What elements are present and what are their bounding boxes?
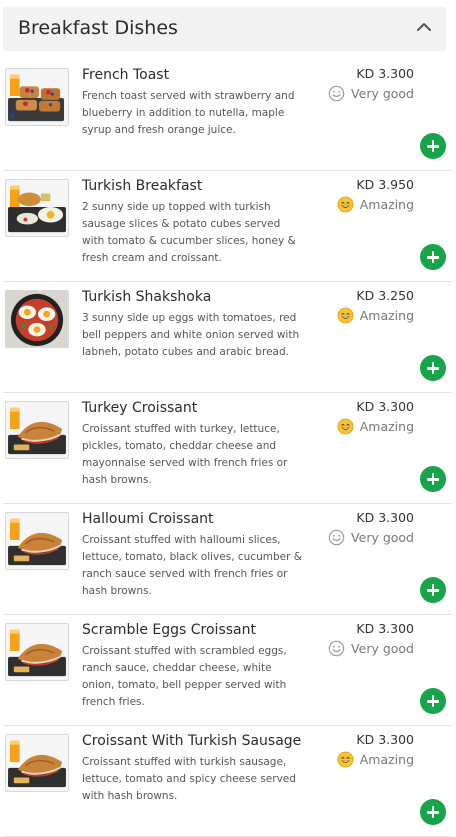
- dish-image[interactable]: [5, 623, 69, 681]
- grin-emoji-icon: [337, 307, 354, 323]
- dish-name[interactable]: Scramble Eggs Croissant: [82, 622, 256, 638]
- dish-name[interactable]: French Toast: [82, 67, 169, 83]
- dish-description: 3 sunny side up eggs with tomatoes, red …: [82, 312, 300, 358]
- add-to-cart-button[interactable]: [420, 244, 446, 270]
- dish-description: Croissant stuffed with halloumi slices, …: [82, 534, 302, 597]
- dish-name[interactable]: Turkish Breakfast: [82, 178, 202, 194]
- dish-item[interactable]: Halloumi Croissant Croissant stuffed with…: [3, 504, 452, 615]
- dish-item[interactable]: Turkish Breakfast 2 sunny side up topped …: [3, 171, 452, 282]
- dish-rating: Very good: [328, 528, 414, 546]
- dish-rating: Very good: [328, 84, 414, 102]
- dish-image[interactable]: [5, 179, 69, 237]
- rating-label: Amazing: [359, 751, 414, 767]
- add-to-cart-button[interactable]: [420, 466, 446, 492]
- rating-label: Very good: [351, 640, 414, 656]
- dish-item[interactable]: French Toast French toast served with str…: [3, 60, 452, 171]
- dish-price: KD 3.300: [356, 510, 414, 525]
- dish-description: 2 sunny side up topped with turkish saus…: [82, 201, 296, 264]
- grin-emoji-icon: [337, 418, 354, 434]
- dish-price: KD 3.300: [356, 66, 414, 81]
- add-to-cart-button[interactable]: [420, 133, 446, 159]
- add-to-cart-button[interactable]: [420, 577, 446, 603]
- smile-outline-icon: [328, 85, 345, 101]
- add-to-cart-button[interactable]: [420, 355, 446, 381]
- chevron-up-icon[interactable]: [416, 19, 432, 35]
- dish-price: KD 3.250: [356, 288, 414, 303]
- add-to-cart-button[interactable]: [420, 799, 446, 825]
- smile-outline-icon: [328, 529, 345, 545]
- rating-label: Amazing: [359, 307, 414, 323]
- rating-label: Very good: [351, 529, 414, 545]
- rating-label: Amazing: [359, 196, 414, 212]
- dish-item[interactable]: Turkish Shakshoka 3 sunny side up eggs wi…: [3, 282, 452, 393]
- dish-price: KD 3.300: [356, 732, 414, 747]
- dish-price: KD 3.300: [356, 621, 414, 636]
- dish-image[interactable]: [5, 68, 69, 126]
- dish-name[interactable]: Turkish Shakshoka: [82, 289, 211, 305]
- dish-price: KD 3.950: [356, 177, 414, 192]
- dish-rating: Very good: [328, 639, 414, 657]
- dish-rating: Amazing: [337, 417, 414, 435]
- add-to-cart-button[interactable]: [420, 688, 446, 714]
- dish-image[interactable]: [5, 734, 69, 792]
- rating-label: Amazing: [359, 418, 414, 434]
- dish-name[interactable]: Turkey Croissant: [82, 400, 197, 416]
- dish-item[interactable]: Croissant With Turkish Sausage Croissant …: [3, 726, 452, 837]
- grin-emoji-icon: [337, 751, 354, 767]
- section-header[interactable]: Breakfast Dishes: [3, 7, 446, 51]
- dish-image[interactable]: [5, 290, 69, 348]
- dish-image[interactable]: [5, 401, 69, 459]
- dish-name[interactable]: Halloumi Croissant: [82, 511, 214, 527]
- dish-item[interactable]: Turkey Croissant Croissant stuffed with t…: [3, 393, 452, 504]
- section-title: Breakfast Dishes: [18, 17, 178, 39]
- dish-image[interactable]: [5, 512, 69, 570]
- dish-price: KD 3.300: [356, 399, 414, 414]
- dish-item[interactable]: Scramble Eggs Croissant Croissant stuffed…: [3, 615, 452, 726]
- dish-description: Croissant stuffed with turkey, lettuce, …: [82, 423, 288, 486]
- dish-rating: Amazing: [337, 750, 414, 768]
- dish-description: Croissant stuffed with scrambled eggs, r…: [82, 645, 287, 708]
- smile-outline-icon: [328, 640, 345, 656]
- dish-description: Croissant stuffed with turkish sausage, …: [82, 756, 296, 802]
- rating-label: Very good: [351, 85, 414, 101]
- dish-name[interactable]: Croissant With Turkish Sausage: [82, 733, 301, 749]
- dish-rating: Amazing: [337, 306, 414, 324]
- dish-rating: Amazing: [337, 195, 414, 213]
- dish-description: French toast served with strawberry and …: [82, 90, 295, 136]
- grin-emoji-icon: [337, 196, 354, 212]
